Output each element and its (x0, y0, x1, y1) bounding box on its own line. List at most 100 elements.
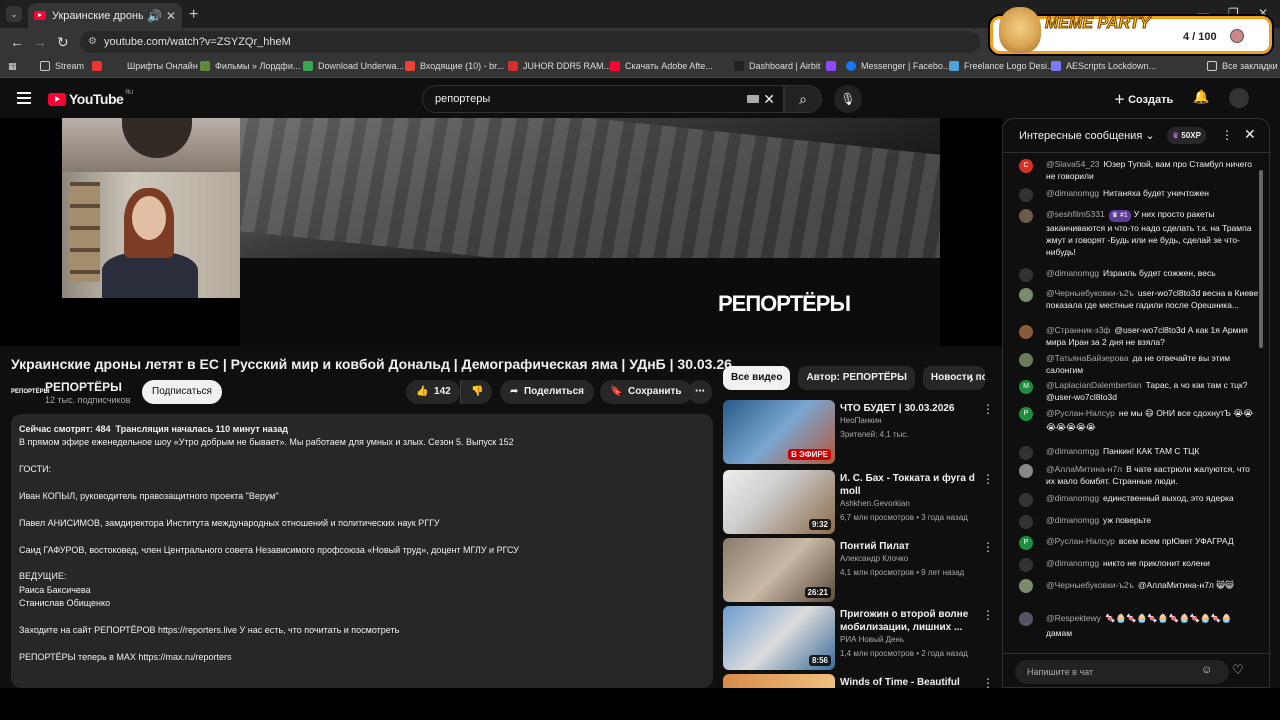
speaker-icon[interactable]: 🔊 (147, 9, 162, 23)
rec-title[interactable]: Winds of Time - Beautiful (840, 676, 980, 688)
list-item[interactable]: Winds of Time - Beautiful ⋮ (723, 674, 1001, 688)
new-tab-button[interactable]: + (189, 6, 198, 24)
more-actions-button[interactable]: ⋯ (688, 380, 712, 404)
close-icon[interactable]: ✕ (1244, 126, 1256, 143)
chat-scrollbar[interactable] (1259, 170, 1263, 348)
more-icon[interactable]: ⋮ (982, 402, 994, 416)
chip-news[interactable]: Новости по (922, 366, 985, 390)
chat-message[interactable]: @Respektewy 🍬🧁🍬🧁🍬🧁🍬🧁🍬🧁🍬🧁 дамам (1019, 611, 1259, 641)
bookmark-item[interactable]: Dashboard | Airbit (734, 61, 820, 71)
chat-message[interactable]: @Черныебуковки-ъ2ъ @АллаМитина-н7л 😸😸 (1019, 578, 1259, 593)
chip-all-videos[interactable]: Все видео (723, 366, 791, 390)
video-thumbnail[interactable]: 26:21 (723, 538, 835, 602)
browser-tab[interactable]: Украинские дроны летят в 🔊 ✕ (28, 3, 182, 28)
rec-title[interactable]: Пригожин о второй волне мобилизации, лиш… (840, 608, 980, 634)
chat-message[interactable]: @dimanomgg Израиль будет сожжен, весь (1019, 267, 1259, 282)
more-icon[interactable]: ⋮ (982, 472, 994, 486)
video-thumbnail[interactable]: 9:32 (723, 470, 835, 534)
description-line[interactable]: РЕПОРТЁРЫ теперь в MAX https://max.ru/re… (19, 651, 705, 664)
search-button[interactable]: ⌕ (784, 85, 822, 113)
save-button[interactable]: 🔖 Сохранить (600, 380, 692, 404)
list-item[interactable]: 26:21 Понтий Пилат Александр Клочко 4,1 … (723, 538, 1001, 602)
back-icon[interactable]: ← (10, 34, 24, 50)
chat-message[interactable]: @Странник-з3ф @user-wo7cl8to3d А как 1я А… (1019, 324, 1259, 348)
chat-input[interactable]: Напишите в чат (1015, 660, 1229, 684)
bookmark-item[interactable]: Шрифты Онлайн (127, 61, 198, 71)
list-item[interactable]: 8:56 Пригожин о второй волне мобилизации… (723, 606, 1001, 670)
bookmark-item[interactable] (92, 61, 107, 71)
youtube-logo[interactable]: YouTube RU (48, 90, 133, 107)
video-thumbnail[interactable]: 8:56 (723, 606, 835, 670)
video-description[interactable]: Сейчас смотрят: 484 Трансляция началась … (11, 414, 713, 688)
chat-mode-dropdown[interactable]: Интересные сообщения ⌄ (1019, 129, 1155, 142)
list-item[interactable]: В ЭФИРЕ ЧТО БУДЕТ | 30.03.2026 НеоПанкин… (723, 400, 1001, 464)
create-button[interactable]: ＋ Создать (1114, 91, 1173, 107)
rec-channel[interactable]: Ashkhen.Gevorkian (840, 499, 910, 508)
clear-search-icon[interactable]: ✕ (763, 86, 775, 112)
emoji-icon[interactable]: ☺ (1201, 664, 1212, 676)
chat-message[interactable]: @АллаМитина-н7л В чате кастрюли жалуются,… (1019, 463, 1259, 487)
rec-title[interactable]: Понтий Пилат (840, 540, 980, 553)
tab-close-icon[interactable]: ✕ (166, 9, 176, 23)
chat-message[interactable]: @dimanomgg единственный выход, это ядерка (1019, 492, 1259, 507)
heart-icon[interactable]: ♡ (1232, 662, 1244, 678)
search-input[interactable]: репортеры ✕ (422, 85, 784, 113)
voice-search-button[interactable]: 🎙 (834, 85, 862, 113)
chat-message[interactable]: @Черныебуковки-ъ2ъ user-wo7cl8to3d весна … (1019, 287, 1259, 311)
notifications-bell-icon[interactable]: 🔔 (1193, 89, 1209, 105)
like-button[interactable]: 👍 142 (406, 380, 460, 404)
video-thumbnail[interactable]: В ЭФИРЕ (723, 400, 835, 464)
rec-title[interactable]: ЧТО БУДЕТ | 30.03.2026 (840, 402, 980, 415)
video-thumbnail[interactable] (723, 674, 835, 688)
bookmark-item[interactable]: Фильмы » Лордфи... (200, 61, 300, 71)
dislike-button[interactable]: 👎 (460, 380, 492, 404)
bookmark-item[interactable]: Скачать Adobe Afte... (610, 61, 713, 71)
bookmark-item[interactable]: AEScripts Lockdown... (1051, 61, 1156, 71)
channel-avatar[interactable]: РЕПОРТЁРЫ (11, 381, 49, 403)
menu-icon[interactable] (17, 92, 31, 104)
rec-channel[interactable]: НеоПанкин (840, 416, 882, 425)
rec-channel[interactable]: Александр Клочко (840, 554, 908, 563)
rec-channel[interactable]: РИА Новый День (840, 635, 904, 644)
meme-party-widget[interactable]: MEME PARTY 4 / 100 (990, 7, 1272, 54)
apps-icon[interactable]: ▦ (8, 61, 17, 72)
chat-message[interactable]: C @Slava54_23 Юзер Тупой, вам про Стамбул … (1019, 158, 1259, 182)
chat-message[interactable]: M @LaplacianDalembertian Тарас, а чо как т… (1019, 379, 1259, 403)
channel-name[interactable]: РЕПОРТЁРЫ (45, 380, 122, 394)
chat-message[interactable]: @dimanomgg никто не приклонит колени (1019, 557, 1259, 572)
subscribe-button[interactable]: Подписаться (142, 380, 222, 404)
chevron-right-icon[interactable]: › (969, 370, 974, 386)
chat-message[interactable]: P @Руслан-Налсур не мы 😄 ОНИ все сдохнутЪ … (1019, 406, 1259, 434)
description-line[interactable]: Заходите на сайт РЕПОРТЁРОВ https://repo… (19, 624, 705, 637)
reload-icon[interactable]: ↻ (57, 34, 69, 51)
chat-message[interactable]: @ТатьянаБайзерова да не отвечайте вы этим… (1019, 352, 1259, 376)
all-bookmarks[interactable]: Все закладки (1207, 61, 1278, 71)
bookmark-item[interactable]: Download Underwa... (303, 61, 404, 71)
more-icon[interactable]: ⋮ (982, 608, 994, 622)
chip-author[interactable]: Автор: РЕПОРТЁРЫ (798, 366, 915, 390)
bookmark-item[interactable]: Входящие (10) - br... (405, 61, 504, 71)
rec-title[interactable]: И. С. Бах - Токката и фуга d moll (840, 472, 980, 498)
bookmark-item[interactable]: Messenger | Facebo... (846, 61, 950, 71)
chat-message[interactable]: @seshfilm5331 ♛ #1 У них просто ракеты зак… (1019, 208, 1259, 258)
tab-search-button[interactable]: ⌄ (6, 6, 22, 22)
more-icon[interactable]: ⋮ (982, 540, 994, 554)
more-icon[interactable]: ⋮ (1221, 128, 1233, 142)
chat-message[interactable]: @dimanomgg Панкин! КАК ТАМ С ТЦК (1019, 445, 1259, 460)
bookmark-item[interactable] (826, 61, 841, 71)
bookmark-item[interactable]: JUHOR DDR5 RAM... (508, 61, 611, 71)
more-icon[interactable]: ⋮ (982, 676, 994, 688)
site-info-icon[interactable]: ⚙ (88, 31, 97, 53)
avatar[interactable] (1229, 88, 1249, 108)
url-field[interactable]: ⚙ youtube.com/watch?v=ZSYZQr_hheM (80, 31, 980, 53)
bookmark-item[interactable]: Stream (40, 61, 84, 71)
bookmark-item[interactable]: Freelance Logo Desi... (949, 61, 1055, 71)
chat-message[interactable]: @dimanomgg Нитаняха будет уничтожен (1019, 187, 1259, 202)
xp-badge[interactable]: ♛ 50XP (1167, 127, 1206, 144)
keyboard-icon[interactable] (747, 95, 759, 103)
forward-icon[interactable]: → (33, 34, 47, 50)
chat-message[interactable]: P @Руслан-Налсур всем всем прЮвет УФАГРАД (1019, 535, 1259, 550)
chat-message[interactable]: @dimanomgg уж поверьте (1019, 514, 1259, 529)
share-button[interactable]: ➦ Поделиться (500, 380, 594, 404)
list-item[interactable]: 9:32 И. С. Бах - Токката и фуга d moll A… (723, 470, 1001, 534)
